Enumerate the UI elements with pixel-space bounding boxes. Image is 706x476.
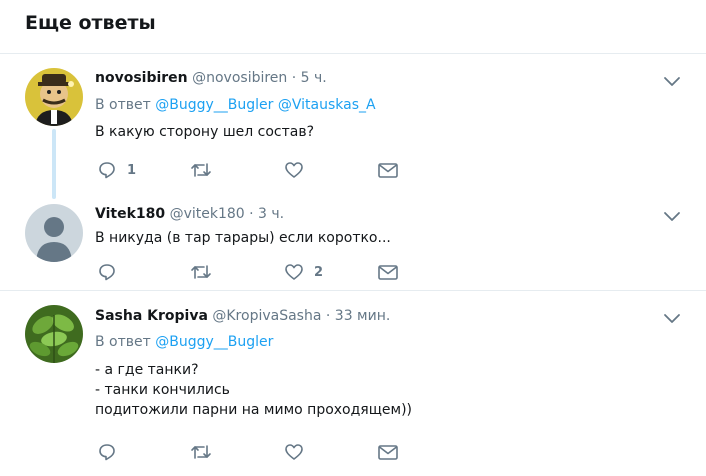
chevron-down-icon xyxy=(664,77,680,86)
default-profile-avatar-icon xyxy=(25,204,83,262)
retweet-icon xyxy=(191,445,211,459)
more-options-button[interactable] xyxy=(663,73,681,86)
like-button[interactable]: 2 xyxy=(284,262,323,282)
reply-to-label: В ответ xyxy=(95,334,151,350)
page-title: Еще ответы xyxy=(25,12,156,34)
envelope-icon xyxy=(378,265,398,280)
reply-to-label: В ответ xyxy=(95,97,151,113)
avatar[interactable] xyxy=(25,204,83,262)
heart-icon xyxy=(285,444,303,460)
tweet-text: В никуда (в тар тарары) если коротко... xyxy=(95,228,391,248)
tweet-actions: 2 xyxy=(97,262,417,282)
meta-separator: · xyxy=(249,206,254,222)
reply-context: В ответ @Buggy__Bugler xyxy=(95,334,273,350)
direct-message-button[interactable] xyxy=(377,160,399,180)
reply-count: 1 xyxy=(127,162,137,178)
display-name[interactable]: Sasha Kropiva xyxy=(95,308,208,324)
reply-button[interactable] xyxy=(97,442,127,462)
tweet-novosibiren[interactable]: novosibiren @novosibiren · 5 ч. В ответ … xyxy=(0,55,706,199)
tweet-text-line: - а где танки? xyxy=(95,362,199,378)
tweet-text: - а где танки? - танки кончились подитож… xyxy=(95,360,412,420)
replies-header: Еще ответы xyxy=(0,0,706,54)
tweet-actions: 1 xyxy=(97,160,417,180)
mention-link[interactable]: @Vitauskas_A xyxy=(278,97,376,113)
tweet-meta: Sasha Kropiva @KropivaSasha · 33 мин. xyxy=(95,308,390,324)
retweet-icon xyxy=(191,163,211,177)
retweet-button[interactable] xyxy=(190,262,212,282)
envelope-icon xyxy=(378,163,398,178)
tweet-text-line: В какую сторону шел состав? xyxy=(95,124,315,140)
mention-link[interactable]: @Buggy__Bugler xyxy=(155,334,273,350)
user-handle[interactable]: @KropivaSasha xyxy=(212,308,321,324)
avatar[interactable] xyxy=(25,68,83,126)
display-name[interactable]: novosibiren xyxy=(95,70,188,86)
tweet-timestamp[interactable]: 5 ч. xyxy=(301,70,327,86)
thread-connector-line xyxy=(52,129,56,199)
more-options-button[interactable] xyxy=(663,208,681,221)
cartoon-man-avatar-icon xyxy=(25,68,83,126)
like-count: 2 xyxy=(314,264,324,280)
heart-icon xyxy=(285,264,303,280)
reply-icon xyxy=(99,162,115,179)
reply-button[interactable]: 1 xyxy=(97,160,136,180)
tweet-text-line: - танки кончились xyxy=(95,382,230,398)
tweet-vitek180[interactable]: Vitek180 @vitek180 · 3 ч. В никуда (в та… xyxy=(0,195,706,291)
nettle-leaves-avatar-icon xyxy=(25,305,83,363)
user-handle[interactable]: @vitek180 xyxy=(170,206,245,222)
like-button[interactable] xyxy=(284,160,314,180)
heart-icon xyxy=(285,162,303,178)
chevron-down-icon xyxy=(664,314,680,323)
tweet-text-line: В никуда (в тар тарары) если коротко... xyxy=(95,230,391,246)
tweet-meta: novosibiren @novosibiren · 5 ч. xyxy=(95,70,327,86)
direct-message-button[interactable] xyxy=(377,262,399,282)
tweet-timestamp[interactable]: 33 мин. xyxy=(335,308,391,324)
meta-separator: · xyxy=(325,308,331,324)
user-handle[interactable]: @novosibiren xyxy=(192,70,287,86)
retweet-button[interactable] xyxy=(190,442,212,462)
tweet-text: В какую сторону шел состав? xyxy=(95,122,314,142)
chevron-down-icon xyxy=(664,212,680,221)
meta-separator: · xyxy=(291,70,297,86)
retweet-button[interactable] xyxy=(190,160,212,180)
display-name[interactable]: Vitek180 xyxy=(95,206,165,222)
reply-icon xyxy=(99,444,115,461)
tweet-actions xyxy=(97,442,417,462)
mention-link[interactable]: @Buggy__Bugler xyxy=(155,97,273,113)
tweet-timestamp[interactable]: 3 ч. xyxy=(258,206,284,222)
retweet-icon xyxy=(191,265,211,279)
envelope-icon xyxy=(378,445,398,460)
reply-context: В ответ @Buggy__Bugler @Vitauskas_A xyxy=(95,97,376,113)
reply-button[interactable] xyxy=(97,262,127,282)
tweet-meta: Vitek180 @vitek180 · 3 ч. xyxy=(95,206,284,222)
tweet-text-line: подитожили парни на мимо проходящем)) xyxy=(95,402,413,418)
like-button[interactable] xyxy=(284,442,314,462)
direct-message-button[interactable] xyxy=(377,442,399,462)
reply-icon xyxy=(99,264,115,281)
more-options-button[interactable] xyxy=(663,310,681,323)
avatar[interactable] xyxy=(25,305,83,363)
tweet-kropivasasha[interactable]: Sasha Kropiva @KropivaSasha · 33 мин. В … xyxy=(0,292,706,476)
